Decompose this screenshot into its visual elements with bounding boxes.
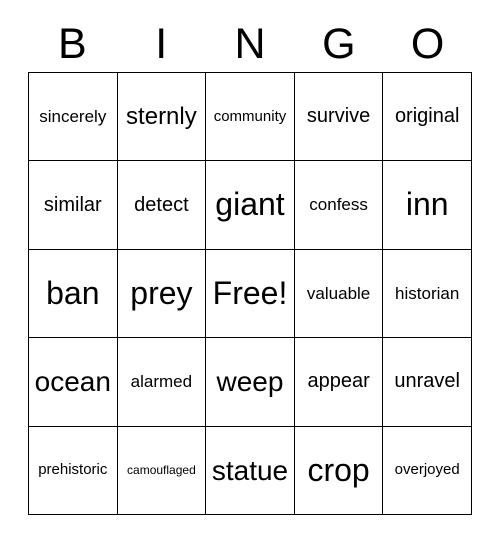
- bingo-cell-b4[interactable]: ocean: [29, 338, 118, 427]
- bingo-cell-label: appear: [307, 370, 370, 393]
- header-letter-o: O: [410, 19, 445, 68]
- bingo-cell-label: crop: [307, 451, 370, 488]
- bingo-cell-b2[interactable]: similar: [29, 161, 118, 250]
- bingo-cell-label: ban: [46, 274, 100, 311]
- bingo-header: B I N G O: [28, 16, 472, 72]
- bingo-card: B I N G O sincerely sternly community su…: [0, 0, 500, 544]
- bingo-cell-label: similar: [43, 193, 102, 216]
- bingo-cell-label: original: [394, 105, 460, 128]
- bingo-cell-label: prey: [130, 274, 193, 311]
- bingo-cell-g3[interactable]: valuable: [294, 249, 384, 339]
- bingo-cell-g1[interactable]: survive: [294, 73, 384, 162]
- bingo-cell-free-space[interactable]: Free!: [206, 249, 295, 339]
- bingo-cell-label: unravel: [394, 370, 460, 393]
- header-letter-g: G: [322, 19, 356, 68]
- bingo-cell-label: sincerely: [39, 106, 107, 126]
- bingo-cell-g5[interactable]: crop: [294, 426, 384, 515]
- bingo-cell-o5[interactable]: overjoyed: [383, 426, 472, 515]
- bingo-cell-label: valuable: [306, 283, 371, 303]
- bingo-cell-n5[interactable]: statue: [206, 426, 295, 515]
- bingo-cell-o2[interactable]: inn: [383, 161, 472, 250]
- bingo-cell-n4[interactable]: weep: [206, 338, 295, 427]
- bingo-cell-g2[interactable]: confess: [294, 161, 384, 250]
- free-space-label: Free!: [212, 274, 288, 311]
- bingo-cell-label: inn: [405, 186, 449, 223]
- bingo-cell-g4[interactable]: appear: [294, 338, 384, 427]
- header-letter-b: B: [58, 19, 87, 68]
- header-letter-n: N: [234, 19, 266, 68]
- bingo-cell-i1[interactable]: sternly: [117, 73, 207, 162]
- bingo-cell-n2[interactable]: giant: [206, 161, 295, 250]
- bingo-cell-label: alarmed: [130, 371, 193, 391]
- bingo-grid: sincerely sternly community survive orig…: [28, 72, 472, 515]
- bingo-cell-o4[interactable]: unravel: [383, 338, 472, 427]
- bingo-cell-b1[interactable]: sincerely: [29, 73, 118, 162]
- bingo-cell-label: confess: [309, 195, 368, 215]
- bingo-cell-label: sternly: [126, 103, 197, 131]
- bingo-cell-o1[interactable]: original: [383, 73, 472, 162]
- bingo-cell-label: statue: [211, 454, 289, 486]
- bingo-cell-i3[interactable]: prey: [117, 249, 207, 339]
- bingo-cell-n1[interactable]: community: [206, 73, 295, 162]
- bingo-cell-i5[interactable]: camouflaged: [117, 426, 207, 515]
- bingo-cell-label: detect: [134, 193, 189, 216]
- bingo-cell-label: survive: [306, 105, 371, 128]
- bingo-cell-label: weep: [216, 366, 284, 398]
- bingo-cell-i4[interactable]: alarmed: [117, 338, 207, 427]
- bingo-cell-label: community: [213, 107, 287, 125]
- bingo-cell-label: camouflaged: [127, 463, 196, 477]
- header-letter-i: I: [155, 19, 168, 68]
- bingo-cell-label: giant: [215, 186, 285, 223]
- bingo-cell-b3[interactable]: ban: [29, 249, 118, 339]
- bingo-cell-label: ocean: [34, 366, 111, 398]
- bingo-cell-o3[interactable]: historian: [383, 249, 472, 339]
- bingo-cell-label: prehistoric: [38, 461, 108, 479]
- bingo-cell-i2[interactable]: detect: [117, 161, 207, 250]
- bingo-cell-label: overjoyed: [394, 461, 460, 479]
- bingo-cell-b5[interactable]: prehistoric: [29, 426, 118, 515]
- bingo-cell-label: historian: [395, 283, 460, 303]
